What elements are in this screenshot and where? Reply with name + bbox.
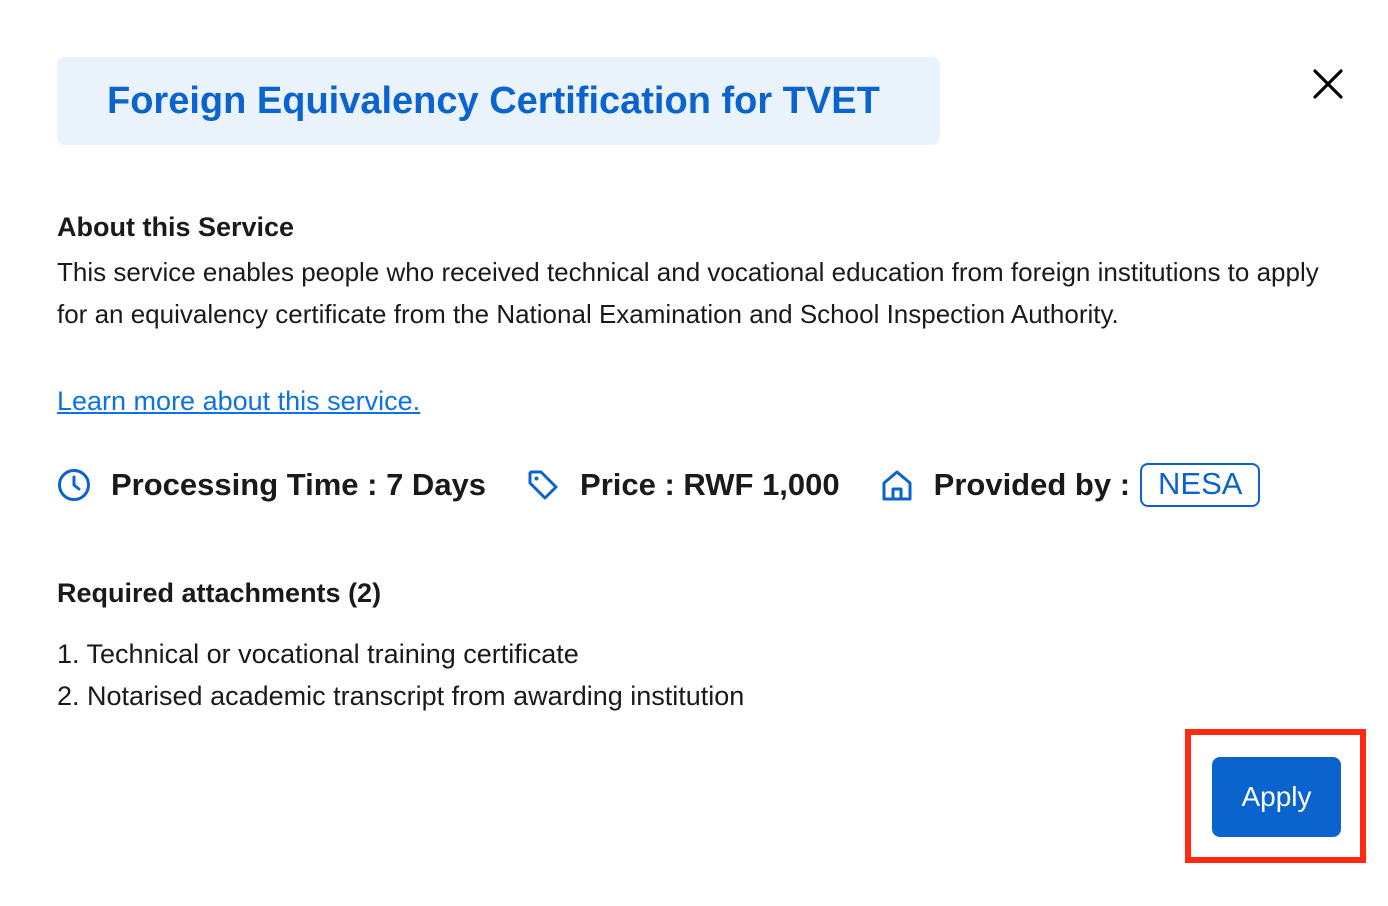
provider: Provided by : NESA bbox=[880, 463, 1261, 507]
close-button[interactable] bbox=[1306, 62, 1350, 106]
close-icon bbox=[1313, 69, 1343, 99]
service-meta-row: Processing Time : 7 Days Price : RWF 1,0… bbox=[57, 460, 1261, 510]
processing-time: Processing Time : 7 Days bbox=[57, 467, 486, 503]
provider-label: Provided by : bbox=[933, 467, 1131, 502]
attachments-heading: Required attachments (2) bbox=[57, 578, 382, 608]
processing-time-label: Processing Time : 7 Days bbox=[111, 467, 487, 502]
apply-button[interactable]: Apply bbox=[1212, 757, 1341, 837]
clock-icon bbox=[57, 468, 91, 502]
learn-more-link[interactable]: Learn more about this service. bbox=[57, 386, 420, 417]
price: Price : RWF 1,000 bbox=[526, 467, 840, 503]
dialog-title-box: Foreign Equivalency Certification for TV… bbox=[57, 57, 940, 145]
list-item: 1. Technical or vocational training cert… bbox=[57, 639, 579, 669]
list-item: 2. Notarised academic transcript from aw… bbox=[57, 681, 745, 711]
dialog-title: Foreign Equivalency Certification for TV… bbox=[107, 79, 880, 122]
attachments-list: 1. Technical or vocational training cert… bbox=[57, 633, 744, 717]
about-heading: About this Service bbox=[57, 212, 295, 242]
price-label: Price : RWF 1,000 bbox=[580, 467, 840, 502]
home-icon bbox=[880, 468, 914, 502]
price-tag-icon bbox=[526, 468, 560, 502]
about-description: This service enables people who received… bbox=[57, 257, 1319, 329]
provider-badge[interactable]: NESA bbox=[1140, 463, 1261, 507]
